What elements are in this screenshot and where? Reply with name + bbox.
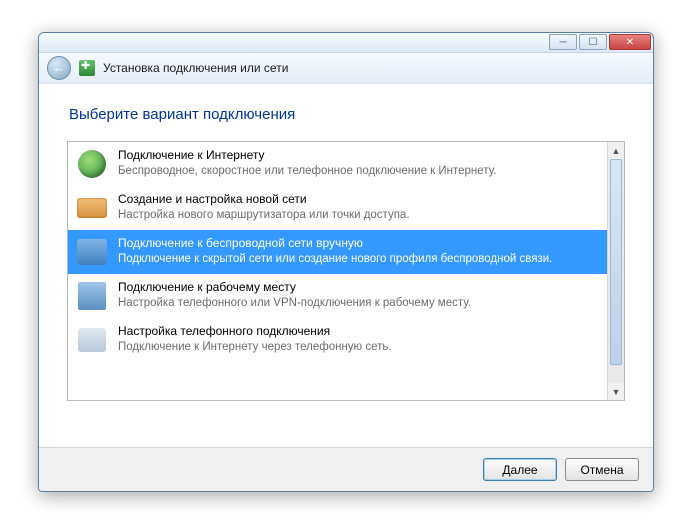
option-subtitle: Подключение к Интернету через телефонную…	[118, 340, 392, 355]
nav-bar: ← Установка подключения или сети	[39, 53, 653, 83]
title-bar: ─ ☐ ✕	[39, 33, 653, 53]
option-internet[interactable]: Подключение к Интернету Беспроводное, ск…	[68, 142, 607, 186]
scrollbar[interactable]: ▲ ▼	[607, 142, 624, 400]
arrow-left-icon: ←	[53, 60, 66, 75]
close-button[interactable]: ✕	[609, 34, 651, 50]
option-title: Настройка телефонного подключения	[118, 324, 392, 340]
wizard-window: ─ ☐ ✕ ← Установка подключения или сети В…	[38, 32, 654, 492]
back-button[interactable]: ←	[47, 56, 71, 80]
router-icon	[76, 192, 108, 224]
option-workplace[interactable]: Подключение к рабочему месту Настройка т…	[68, 274, 607, 318]
globe-icon	[76, 148, 108, 180]
option-subtitle: Подключение к скрытой сети или создание …	[118, 252, 552, 267]
network-wizard-icon	[79, 60, 95, 76]
option-title: Подключение к рабочему месту	[118, 280, 471, 296]
scroll-track[interactable]	[608, 159, 624, 383]
option-new-network[interactable]: Создание и настройка новой сети Настройк…	[68, 186, 607, 230]
option-subtitle: Беспроводное, скоростное или телефонное …	[118, 164, 497, 179]
workplace-icon	[76, 280, 108, 312]
option-manual-wireless[interactable]: Подключение к беспроводной сети вручную …	[68, 230, 607, 274]
option-title: Подключение к Интернету	[118, 148, 497, 164]
maximize-button[interactable]: ☐	[579, 34, 607, 50]
option-title: Создание и настройка новой сети	[118, 192, 410, 208]
scroll-thumb[interactable]	[610, 159, 622, 365]
content-area: Выберите вариант подключения Подключение…	[39, 83, 653, 447]
option-title: Подключение к беспроводной сети вручную	[118, 236, 552, 252]
cancel-button[interactable]: Отмена	[565, 458, 639, 481]
page-heading: Выберите вариант подключения	[69, 106, 625, 123]
scroll-down-icon[interactable]: ▼	[608, 383, 624, 400]
window-title: Установка подключения или сети	[103, 61, 288, 75]
minimize-button[interactable]: ─	[549, 34, 577, 50]
option-dialup[interactable]: Настройка телефонного подключения Подклю…	[68, 318, 607, 362]
next-button[interactable]: Далее	[483, 458, 557, 481]
scroll-up-icon[interactable]: ▲	[608, 142, 624, 159]
footer: Далее Отмена	[39, 447, 653, 491]
phone-icon	[76, 324, 108, 356]
wireless-icon	[76, 236, 108, 268]
option-subtitle: Настройка телефонного или VPN-подключени…	[118, 296, 471, 311]
options-list: Подключение к Интернету Беспроводное, ск…	[67, 141, 625, 401]
option-subtitle: Настройка нового маршрутизатора или точк…	[118, 208, 410, 223]
